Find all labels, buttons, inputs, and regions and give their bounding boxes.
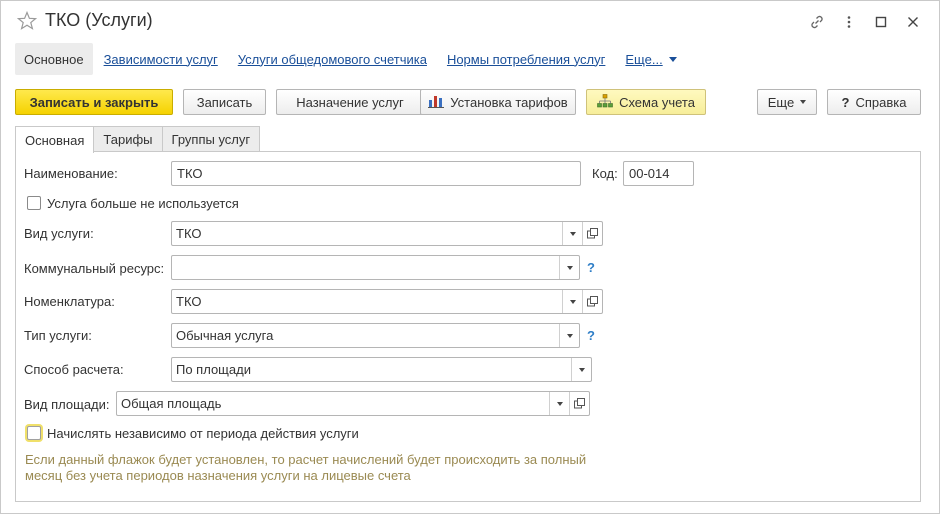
- service-kind-value: ТКО: [176, 226, 202, 241]
- accounting-scheme-button[interactable]: Схема учета: [586, 89, 706, 115]
- calc-method-field[interactable]: По площади: [171, 357, 592, 382]
- service-kind-label: Вид услуги:: [24, 226, 94, 241]
- area-kind-field[interactable]: Общая площадь: [116, 391, 590, 416]
- set-tariffs-label: Установка тарифов: [450, 94, 568, 110]
- utility-label: Коммунальный ресурс:: [24, 261, 165, 276]
- service-type-field[interactable]: Обычная услуга: [171, 323, 580, 348]
- service-kind-field[interactable]: ТКО: [171, 221, 603, 246]
- chevron-down-icon: [800, 100, 807, 104]
- close-icon[interactable]: [897, 11, 929, 33]
- command-bar: Записать и закрыть Записать Назначение у…: [15, 89, 927, 115]
- help-hint-icon[interactable]: ?: [587, 328, 595, 343]
- tab-service-groups[interactable]: Группы услуг: [161, 126, 261, 152]
- question-icon: ?: [841, 94, 850, 110]
- hierarchy-icon: [597, 93, 613, 111]
- save-and-close-button[interactable]: Записать и закрыть: [15, 89, 173, 115]
- note-line-2: месяц без учета периодов назначения услу…: [25, 468, 411, 483]
- dropdown-icon[interactable]: [549, 392, 569, 415]
- nomenclature-label: Номенклатура:: [24, 294, 115, 309]
- nav-item-dependencies[interactable]: Зависимости услуг: [95, 43, 227, 75]
- tab-main[interactable]: Основная: [15, 126, 95, 153]
- more-actions-label: Еще: [767, 94, 795, 110]
- open-icon[interactable]: [582, 290, 602, 313]
- nomenclature-field[interactable]: ТКО: [171, 289, 603, 314]
- dropdown-icon[interactable]: [562, 222, 582, 245]
- bar-chart-icon: [428, 94, 445, 111]
- more-actions-button[interactable]: Еще: [757, 89, 817, 115]
- nav-more-menu[interactable]: Еще...: [616, 43, 685, 75]
- service-type-label: Тип услуги:: [24, 328, 92, 343]
- utility-field[interactable]: [171, 255, 580, 280]
- star-icon[interactable]: [16, 10, 38, 31]
- not-used-label: Услуга больше не используется: [47, 196, 239, 211]
- assign-services-button[interactable]: Назначение услуг: [276, 89, 424, 115]
- independent-period-checkbox[interactable]: [27, 426, 41, 440]
- name-input[interactable]: [171, 161, 581, 186]
- dropdown-icon[interactable]: [562, 290, 582, 313]
- accounting-scheme-label: Схема учета: [619, 94, 695, 110]
- independent-period-label: Начислять независимо от периода действия…: [47, 426, 359, 441]
- dropdown-icon[interactable]: [571, 358, 591, 381]
- window-controls: [801, 11, 929, 33]
- save-label: Записать: [196, 94, 253, 110]
- link-icon[interactable]: [801, 11, 833, 33]
- chevron-down-icon: [668, 56, 677, 62]
- save-and-close-label: Записать и закрыть: [29, 94, 159, 110]
- help-button[interactable]: ? Справка: [827, 89, 921, 115]
- nav-more-label: Еще...: [625, 51, 663, 67]
- code-label: Код:: [592, 166, 618, 181]
- service-type-value: Обычная услуга: [176, 328, 274, 343]
- more-vertical-icon[interactable]: [833, 11, 865, 33]
- maximize-icon[interactable]: [865, 11, 897, 33]
- open-icon[interactable]: [569, 392, 589, 415]
- service-form-window: ТКО (Услуги) Основное Зависимости услуг …: [0, 0, 940, 514]
- navigation-panel: Основное Зависимости услуг Услуги общедо…: [15, 43, 688, 75]
- open-icon[interactable]: [582, 222, 602, 245]
- assign-services-label: Назначение услуг: [296, 94, 404, 110]
- tab-tariffs[interactable]: Тарифы: [93, 126, 163, 152]
- help-hint-icon[interactable]: ?: [587, 260, 595, 275]
- dropdown-icon[interactable]: [559, 256, 579, 279]
- nomenclature-value: ТКО: [176, 294, 202, 309]
- name-label: Наименование:: [24, 166, 118, 181]
- nav-item-common-meter[interactable]: Услуги общедомового счетчика: [229, 43, 436, 75]
- nav-item-consumption-norms[interactable]: Нормы потребления услуг: [438, 43, 614, 75]
- area-kind-label: Вид площади:: [24, 397, 110, 412]
- save-button[interactable]: Записать: [183, 89, 266, 115]
- dropdown-icon[interactable]: [559, 324, 579, 347]
- utility-value: [172, 256, 559, 279]
- calc-method-label: Способ расчета:: [24, 362, 124, 377]
- set-tariffs-button[interactable]: Установка тарифов: [420, 89, 576, 115]
- note-line-1: Если данный флажок будет установлен, то …: [25, 452, 587, 467]
- nav-item-main[interactable]: Основное: [15, 43, 93, 75]
- code-input[interactable]: [623, 161, 694, 186]
- area-kind-value: Общая площадь: [121, 396, 222, 411]
- help-label: Справка: [855, 94, 907, 110]
- window-title: ТКО (Услуги): [45, 10, 153, 30]
- not-used-checkbox[interactable]: [27, 196, 41, 210]
- form-tabs: Основная Тарифы Группы услуг: [15, 126, 261, 153]
- calc-method-value: По площади: [176, 362, 251, 377]
- independent-period-note: Если данный флажок будет установлен, то …: [25, 452, 586, 484]
